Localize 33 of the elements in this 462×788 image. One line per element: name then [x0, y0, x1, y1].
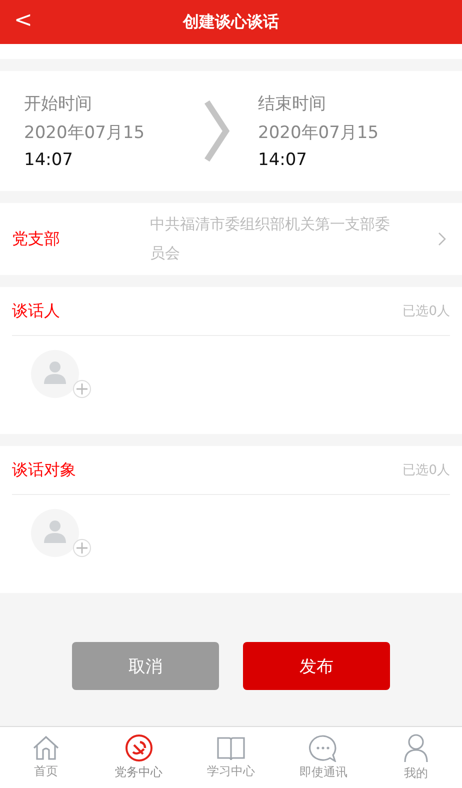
end-time[interactable]: 14:07	[258, 150, 438, 170]
add-person-icon	[31, 509, 93, 559]
page-title: 创建谈心谈话	[183, 12, 279, 32]
section-label: 谈话对象	[12, 460, 76, 480]
chevron-right-icon	[204, 100, 230, 162]
chat-icon	[308, 734, 338, 762]
branch-value: 中共福清市委组织部机关第一支部委员会	[150, 214, 391, 264]
tab-item[interactable]: 党务中心	[92, 727, 185, 788]
emblem-icon	[124, 734, 153, 762]
selected-count: 已选0人	[402, 303, 450, 320]
add-person-button[interactable]	[31, 350, 93, 400]
section-label: 谈话人	[12, 300, 60, 322]
end-date[interactable]: 2020年07月15	[258, 121, 438, 144]
tab-item[interactable]: 我的	[370, 727, 462, 788]
back-button[interactable]: <	[8, 6, 38, 35]
start-date[interactable]: 2020年07月15	[24, 121, 204, 144]
tab-item[interactable]: 即使通讯	[277, 727, 370, 788]
selected-count: 已选0人	[402, 462, 450, 479]
home-icon	[32, 735, 60, 761]
tab-item[interactable]: 学习中心	[184, 727, 278, 788]
cancel-button[interactable]: 取消	[72, 642, 219, 690]
publish-button[interactable]: 发布	[243, 642, 390, 690]
chevron-right-icon	[438, 232, 446, 246]
start-time-label: 开始时间	[24, 93, 93, 115]
tab-item[interactable]: 首页	[0, 727, 92, 788]
add-person-button[interactable]	[31, 509, 93, 559]
add-person-icon	[31, 350, 93, 400]
book-icon	[216, 735, 246, 761]
branch-label: 党支部	[12, 228, 61, 250]
start-time[interactable]: 14:07	[24, 150, 204, 170]
branch-row[interactable]: 党支部 中共福清市委组织部机关第一支部委员会	[0, 203, 462, 275]
person-icon	[402, 733, 430, 763]
end-time-label: 结束时间	[258, 93, 327, 115]
